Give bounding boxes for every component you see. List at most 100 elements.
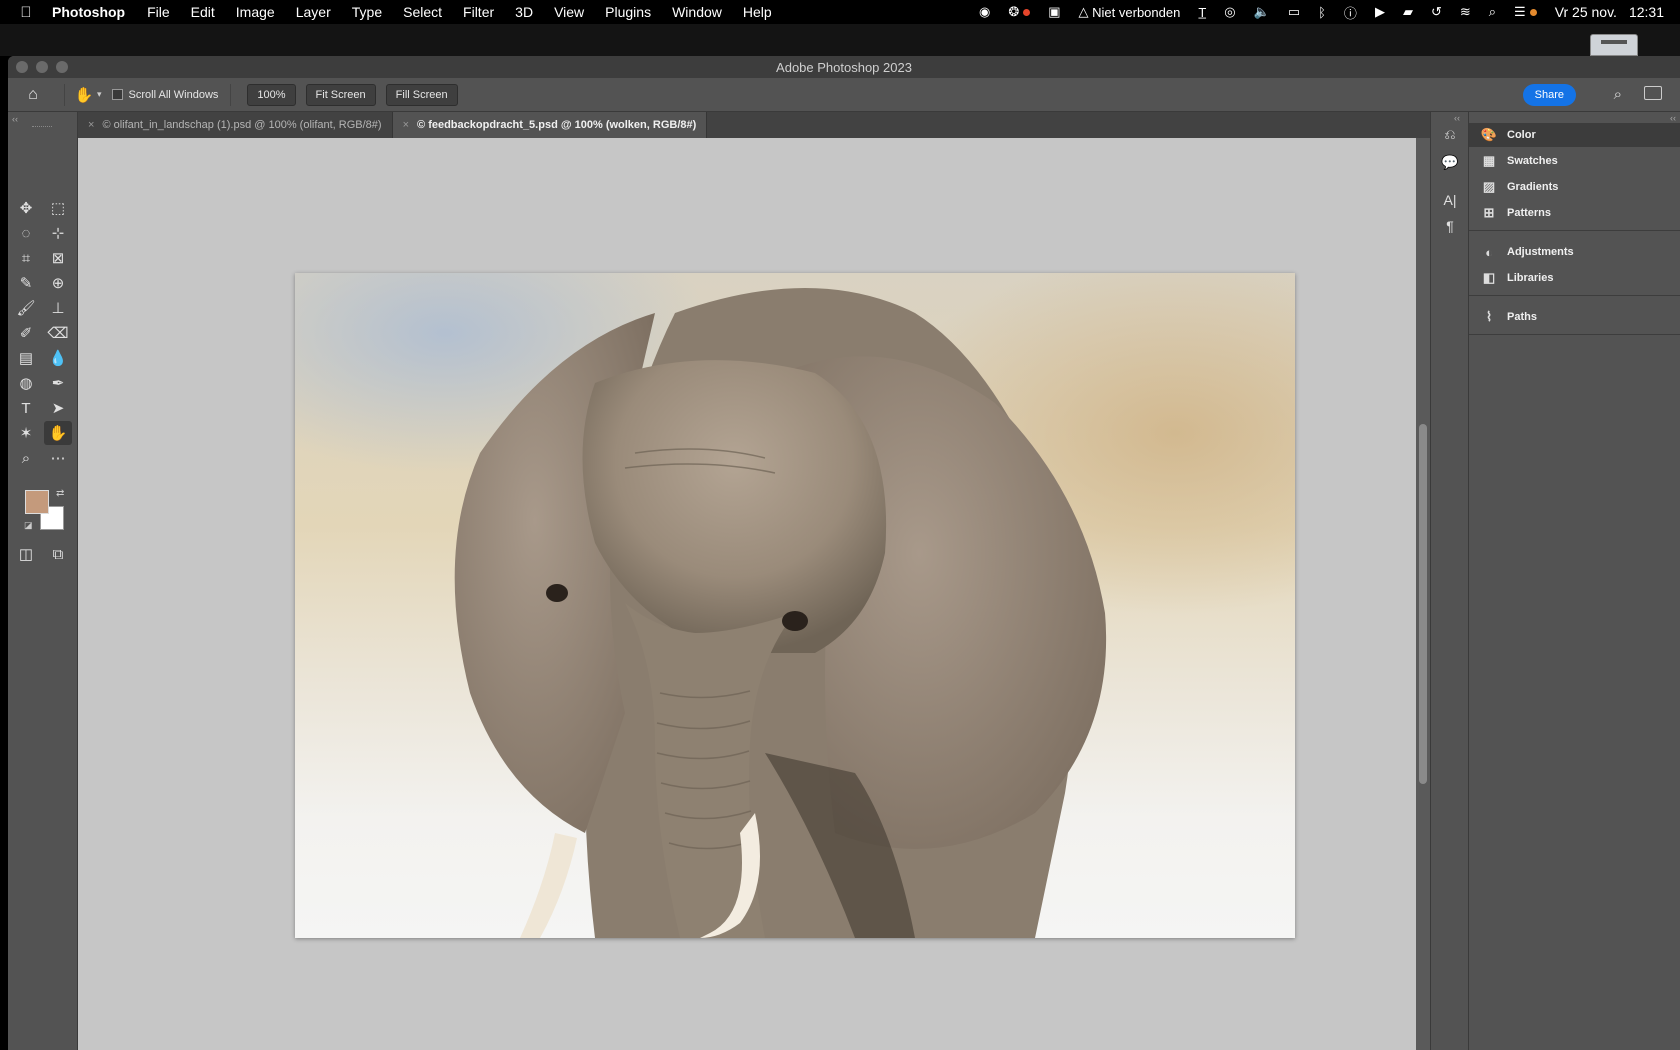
eyedropper-tool-icon[interactable]: ✎ xyxy=(12,271,40,295)
move-tool-icon[interactable]: ✥ xyxy=(12,196,40,220)
display-icon[interactable]: ▭ xyxy=(1288,4,1300,20)
volume-icon[interactable]: 🔈 xyxy=(1254,4,1270,20)
menu-select[interactable]: Select xyxy=(403,4,442,20)
record-icon[interactable]: ◉ xyxy=(979,4,990,20)
wifi-off-icon[interactable]: ≋ xyxy=(1460,4,1471,20)
comments-panel-icon[interactable]: 💬 xyxy=(1440,152,1460,172)
play-icon[interactable]: ▶ xyxy=(1375,4,1385,20)
path-selection-tool-icon[interactable]: ➤ xyxy=(44,396,72,420)
menu-file[interactable]: File xyxy=(147,4,170,20)
home-icon[interactable]: ⌂ xyxy=(8,86,58,104)
menu-plugins[interactable]: Plugins xyxy=(605,4,651,20)
panel-libraries[interactable]: ◧ Libraries xyxy=(1469,266,1680,290)
paths-icon: ⌇ xyxy=(1485,309,1493,324)
panel-dock: ‹‹ 🎨 Color ▦ Swatches ▨ Gradients ⊞ Patt… xyxy=(1468,112,1680,1050)
menu-layer[interactable]: Layer xyxy=(296,4,331,20)
target-icon[interactable]: ◎ xyxy=(1224,4,1235,20)
dodge-tool-icon[interactable]: ◍ xyxy=(12,371,40,395)
panel-grip[interactable] xyxy=(32,126,52,128)
scrollbar-thumb[interactable] xyxy=(1419,424,1427,784)
tab-olifant-in-landschap[interactable]: × © olifant_in_landschap (1).psd @ 100% … xyxy=(78,112,393,138)
macos-menubar:  Photoshop File Edit Image Layer Type S… xyxy=(0,0,1680,24)
crop-tool-icon[interactable]: ⌗ xyxy=(12,246,40,270)
control-center-icon[interactable]: ☰ xyxy=(1514,4,1537,20)
foreground-color-swatch[interactable] xyxy=(25,490,49,514)
menubar-date[interactable]: Vr 25 nov. xyxy=(1555,4,1617,20)
hand-tool-icon[interactable]: ✋ xyxy=(44,421,72,445)
blur-tool-icon[interactable]: 💧 xyxy=(44,346,72,370)
panel-group-divider xyxy=(1469,334,1680,335)
spot-healing-brush-tool-icon[interactable]: ⊕ xyxy=(44,271,72,295)
rectangular-marquee-tool-icon[interactable]: ⬚ xyxy=(44,196,72,220)
pen-tool-icon[interactable]: ✒ xyxy=(44,371,72,395)
chevron-down-icon[interactable]: ▾ xyxy=(97,89,102,100)
menu-type[interactable]: Type xyxy=(352,4,382,20)
fill-screen-button[interactable]: Fill Screen xyxy=(385,83,458,106)
close-tab-icon[interactable]: × xyxy=(88,119,94,131)
spotlight-search-icon[interactable]: ⌕ xyxy=(1489,4,1496,20)
panel-swatches[interactable]: ▦ Swatches xyxy=(1469,149,1680,173)
menu-edit[interactable]: Edit xyxy=(191,4,215,20)
network-status[interactable]: △ Niet verbonden xyxy=(1079,4,1181,20)
close-tab-icon[interactable]: × xyxy=(403,119,409,131)
menu-view[interactable]: View xyxy=(554,4,584,20)
menu-image[interactable]: Image xyxy=(236,4,275,20)
bluetooth-icon[interactable]: ᛒ xyxy=(1318,5,1326,20)
info-icon[interactable]: ⓘ xyxy=(1344,3,1357,22)
menubar-time[interactable]: 12:31 xyxy=(1629,4,1664,20)
external-drive-icon[interactable] xyxy=(1590,34,1638,56)
panel-color[interactable]: 🎨 Color xyxy=(1469,123,1680,147)
paragraph-panel-icon[interactable]: ¶ xyxy=(1440,216,1460,236)
options-bar: ⌂ ✋ ▾ Scroll All Windows 100% Fit Screen… xyxy=(8,78,1680,112)
menu-filter[interactable]: Filter xyxy=(463,4,494,20)
document-canvas[interactable] xyxy=(295,273,1295,938)
canvas-area[interactable] xyxy=(78,138,1430,1050)
default-colors-icon[interactable]: ◪ xyxy=(24,520,33,531)
swap-colors-icon[interactable]: ⇄ xyxy=(56,488,64,499)
brush-tool-icon[interactable]: 🖌 xyxy=(12,296,40,320)
hand-tool-preset-icon[interactable]: ✋ xyxy=(71,86,97,104)
text-input-icon[interactable]: T̲ xyxy=(1198,5,1206,20)
panel-adjustments[interactable]: ◐ Adjustments xyxy=(1469,240,1680,264)
panel-paths[interactable]: ⌇ Paths xyxy=(1469,305,1680,329)
character-panel-icon[interactable]: A| xyxy=(1440,190,1460,210)
frame-tool-icon[interactable]: ⊠ xyxy=(44,246,72,270)
quick-mask-icon[interactable]: ◫ xyxy=(12,542,40,566)
zoom-tool-icon[interactable]: ⌕ xyxy=(12,446,40,470)
zoom-100-button[interactable]: 100% xyxy=(247,83,296,106)
lasso-tool-icon[interactable]: ◌ xyxy=(12,221,40,245)
menu-window[interactable]: Window xyxy=(672,4,722,20)
type-tool-icon[interactable]: T xyxy=(12,396,40,420)
search-icon[interactable]: ⌕ xyxy=(1614,86,1622,103)
object-selection-tool-icon[interactable]: ⊹ xyxy=(44,221,72,245)
history-brush-tool-icon[interactable]: ✐ xyxy=(12,321,40,345)
screen-mode-icon[interactable]: ⧉ xyxy=(44,542,72,566)
swatches-grid-icon: ▦ xyxy=(1482,153,1496,168)
fit-screen-button[interactable]: Fit Screen xyxy=(305,83,376,106)
display-mirror-icon[interactable]: ▣ xyxy=(1048,4,1060,20)
collapse-strip-icon[interactable]: ‹‹ xyxy=(1454,113,1460,123)
history-panel-icon[interactable]: ⎌ xyxy=(1440,124,1460,144)
workspace-icon[interactable] xyxy=(1644,86,1662,100)
battery-icon[interactable]: ▰ xyxy=(1403,4,1413,20)
time-machine-icon[interactable]: ↺ xyxy=(1431,4,1442,20)
gradient-tool-icon[interactable]: ▤ xyxy=(12,346,40,370)
menu-help[interactable]: Help xyxy=(743,4,772,20)
vertical-scrollbar[interactable] xyxy=(1416,138,1430,1050)
share-button[interactable]: Share xyxy=(1522,84,1576,106)
panel-gradients[interactable]: ▨ Gradients xyxy=(1469,175,1680,199)
scroll-all-windows-checkbox[interactable] xyxy=(111,89,123,100)
edit-toolbar-icon[interactable]: ⋯ xyxy=(44,446,72,470)
panel-patterns[interactable]: ⊞ Patterns xyxy=(1469,201,1680,225)
collapsed-panels-strip: ‹‹ ⎌ 💬 A| ¶ xyxy=(1430,112,1468,1050)
clone-stamp-tool-icon[interactable]: ⊥ xyxy=(44,296,72,320)
app-menu[interactable]: Photoshop xyxy=(52,4,125,20)
shape-tool-icon[interactable]: ✶ xyxy=(12,421,40,445)
collapse-dock-icon[interactable]: ‹‹ xyxy=(1670,113,1676,123)
tab-feedbackopdracht-5[interactable]: × © feedbackopdracht_5.psd @ 100% (wolke… xyxy=(392,112,708,138)
collapse-panel-icon[interactable]: ‹‹ xyxy=(12,114,18,124)
apple-menu-icon[interactable]:  xyxy=(0,4,52,21)
menu-3d[interactable]: 3D xyxy=(515,4,533,20)
creative-cloud-icon[interactable]: ❂ xyxy=(1008,4,1031,20)
eraser-tool-icon[interactable]: ⌫ xyxy=(44,321,72,345)
